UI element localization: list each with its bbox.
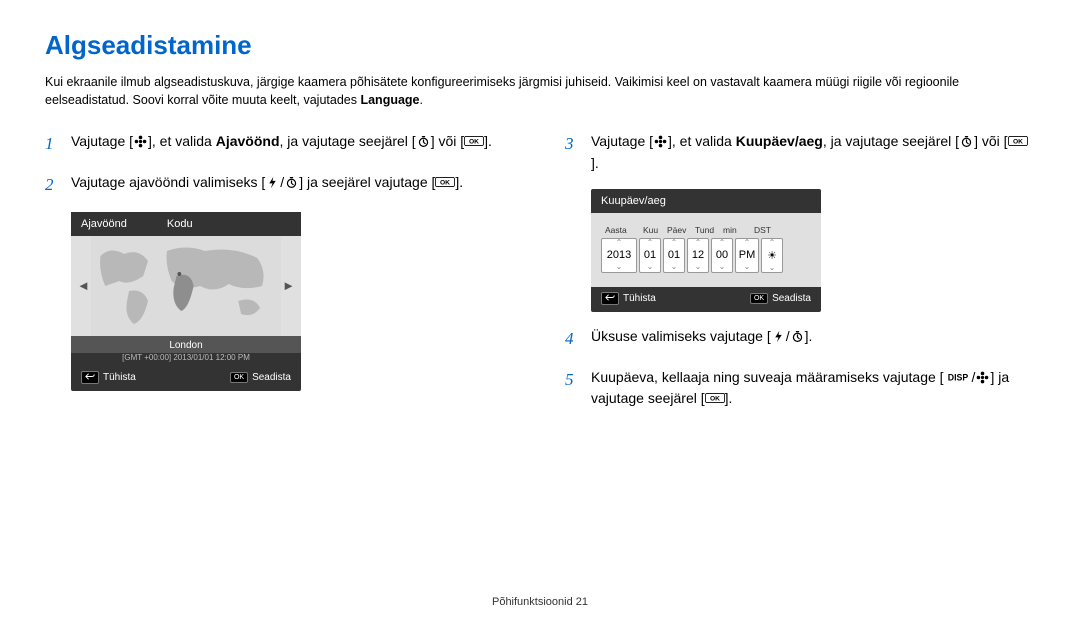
page-footer: Põhifunktsioonid 21 — [0, 596, 1080, 608]
flower-icon — [133, 135, 148, 148]
flower-icon — [653, 135, 668, 148]
step-3-number: 3 — [565, 131, 591, 174]
gmt-label: [GMT +00:00] 2013/01/01 12:00 PM — [71, 353, 301, 366]
screen2-title: Kuupäev/aeg — [591, 189, 821, 213]
date-labels: AastaKuuPäevTundminDST — [601, 225, 811, 238]
map-next[interactable]: ► — [282, 278, 295, 293]
ok-icon — [1008, 135, 1028, 147]
ok-icon — [435, 176, 455, 188]
ok-icon — [705, 392, 725, 404]
page-title: Algseadistamine — [45, 30, 1035, 61]
back-icon — [605, 294, 615, 301]
city-label: London — [71, 336, 301, 353]
intro-text: Kui ekraanile ilmub algseadistuskuva, jä… — [45, 73, 1035, 109]
step-5-text: Kuupäeva, kellaaja ning suveaja määramis… — [591, 367, 1035, 410]
screen1-subtitle: Kodu — [167, 218, 193, 230]
ok-icon — [464, 135, 484, 147]
step-2-text: Vajutage ajavööndi valimiseks [/] ja see… — [71, 172, 515, 198]
sun-icon: ☀ — [762, 247, 782, 264]
step-1-number: 1 — [45, 131, 71, 157]
dst-stepper[interactable]: ⌃☀⌄ — [761, 238, 783, 274]
cancel-button[interactable]: Tühista — [81, 371, 136, 384]
day-stepper[interactable]: ⌃01⌄ — [663, 238, 685, 274]
timer-icon — [284, 176, 299, 189]
step-4-number: 4 — [565, 326, 591, 352]
flash-icon — [771, 330, 786, 343]
timer-icon — [416, 135, 431, 148]
flower-icon — [975, 371, 990, 384]
cancel-button[interactable]: Tühista — [601, 292, 656, 305]
step-2-number: 2 — [45, 172, 71, 198]
set-button[interactable]: OKSeadista — [230, 371, 291, 384]
datetime-screen: Kuupäev/aeg AastaKuuPäevTundminDST ⌃2013… — [591, 189, 821, 313]
ampm-stepper[interactable]: ⌃PM⌄ — [735, 238, 759, 274]
back-icon — [85, 373, 95, 380]
hour-stepper[interactable]: ⌃12⌄ — [687, 238, 709, 274]
month-stepper[interactable]: ⌃01⌄ — [639, 238, 661, 274]
year-stepper[interactable]: ⌃2013⌄ — [601, 238, 637, 274]
world-map — [91, 236, 281, 336]
flash-icon — [265, 176, 280, 189]
timer-icon — [959, 135, 974, 148]
minute-stepper[interactable]: ⌃00⌄ — [711, 238, 733, 274]
timer-icon — [790, 330, 805, 343]
timezone-screen: Ajavöönd Kodu ◄ ► — [71, 212, 301, 391]
map-prev[interactable]: ◄ — [77, 278, 90, 293]
set-button[interactable]: OKSeadista — [750, 292, 811, 305]
disp-icon — [944, 371, 972, 383]
step-3-text: Vajutage [], et valida Kuupäev/aeg, ja v… — [591, 131, 1035, 174]
screen1-title: Ajavöönd — [81, 218, 127, 230]
step-5-number: 5 — [565, 367, 591, 410]
step-1-text: Vajutage [], et valida Ajavöönd, ja vaju… — [71, 131, 515, 157]
left-column: 1 Vajutage [], et valida Ajavöönd, ja va… — [45, 131, 515, 424]
step-4-text: Üksuse valimiseks vajutage [/]. — [591, 326, 1035, 352]
right-column: 3 Vajutage [], et valida Kuupäev/aeg, ja… — [565, 131, 1035, 424]
